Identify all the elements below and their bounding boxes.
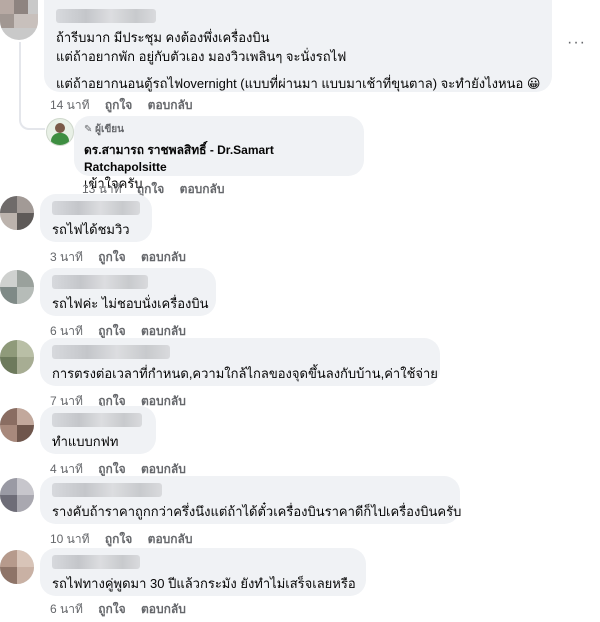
reply-author-name[interactable]: ดร.สามารถ ราชพลสิทธิ์ - Dr.Samart Ratcha… bbox=[84, 141, 354, 174]
like-button[interactable]: ถูกใจ bbox=[98, 602, 125, 616]
like-button[interactable]: ถูกใจ bbox=[98, 250, 125, 264]
comment-text: รถไฟทางคู่พูดมา 30 ปีแล้วกระมัง ยังทำไม่… bbox=[52, 576, 356, 591]
commenter-name-blurred[interactable] bbox=[52, 555, 140, 569]
comment-text: รถไฟได้ชมวิว bbox=[52, 222, 130, 237]
reply-button[interactable]: ตอบกลับ bbox=[148, 532, 193, 546]
comment-time[interactable]: 4 นาที bbox=[50, 462, 83, 476]
comment-bubble: รถไฟได้ชมวิว bbox=[40, 194, 152, 242]
comment-text: ทำแบบกฟท bbox=[52, 434, 119, 449]
reply-button[interactable]: ตอบกลับ bbox=[180, 182, 225, 196]
reply-thread-line bbox=[19, 42, 45, 130]
comment-text: รถไฟค่ะ ไม่ชอบนั่งเครื่องบิน bbox=[52, 296, 209, 311]
commenter-name-blurred[interactable] bbox=[52, 345, 170, 359]
like-button[interactable]: ถูกใจ bbox=[98, 324, 125, 338]
comment-actions: 3 นาที ถูกใจ ตอบกลับ bbox=[50, 248, 198, 267]
commenter-name-blurred[interactable] bbox=[52, 413, 142, 427]
comment-bubble: ทำแบบกฟท bbox=[40, 406, 156, 454]
avatar[interactable] bbox=[0, 550, 34, 584]
like-button[interactable]: ถูกใจ bbox=[98, 462, 125, 476]
avatar[interactable] bbox=[0, 408, 34, 442]
comment-time[interactable]: 14 นาที bbox=[50, 98, 90, 112]
reply-button[interactable]: ตอบกลับ bbox=[141, 602, 186, 616]
comment-actions: 14 นาที ถูกใจ ตอบกลับ bbox=[50, 96, 205, 115]
comment-bubble: ถ้ารีบมาก มีประชุม คงต้องพึ่งเครื่องบิน … bbox=[44, 0, 552, 92]
comment-actions: 6 นาที ถูกใจ ตอบกลับ bbox=[50, 600, 198, 619]
avatar[interactable] bbox=[0, 270, 34, 304]
reply-button[interactable]: ตอบกลับ bbox=[141, 250, 186, 264]
more-options-icon[interactable]: ··· bbox=[567, 35, 586, 51]
reply-button[interactable]: ตอบกลับ bbox=[141, 324, 186, 338]
reply-button[interactable]: ตอบกลับ bbox=[141, 394, 186, 408]
commenter-name-blurred[interactable] bbox=[52, 201, 140, 215]
avatar[interactable] bbox=[0, 340, 34, 374]
comment-time[interactable]: 10 นาที bbox=[50, 532, 90, 546]
avatar[interactable] bbox=[0, 478, 34, 512]
commenter-name-blurred[interactable] bbox=[52, 275, 148, 289]
reply-bubble: ✎ ผู้เขียน ดร.สามารถ ราชพลสิทธิ์ - Dr.Sa… bbox=[74, 116, 364, 191]
commenter-name-blurred[interactable] bbox=[52, 483, 162, 497]
comment-bubble: รถไฟทางคู่พูดมา 30 ปีแล้วกระมัง ยังทำไม่… bbox=[40, 548, 366, 596]
reply-button[interactable]: ตอบกลับ bbox=[141, 462, 186, 476]
comment-text: การตรงต่อเวลาที่กำหนด,ความใกล้ไกลของจุดข… bbox=[52, 366, 438, 381]
author-badge: ✎ ผู้เขียน bbox=[84, 124, 124, 135]
avatar[interactable] bbox=[0, 196, 34, 230]
comment-bubble: รถไฟค่ะ ไม่ชอบนั่งเครื่องบิน bbox=[40, 268, 216, 316]
pencil-icon: ✎ bbox=[84, 124, 93, 135]
comment-time[interactable]: 3 นาที bbox=[50, 250, 83, 264]
comment-bubble: การตรงต่อเวลาที่กำหนด,ความใกล้ไกลของจุดข… bbox=[40, 338, 440, 386]
comment-text: รางคับถ้าราคาถูกกว่าครึ่งนึงแต่ถ้าได้ตั๋… bbox=[52, 504, 462, 519]
comment-text-line: แต่ถ้าอยากนอนตู้รถไฟovernight (แบบที่ผ่า… bbox=[56, 76, 541, 91]
comment-bubble: รางคับถ้าราคาถูกกว่าครึ่งนึงแต่ถ้าได้ตั๋… bbox=[40, 476, 462, 524]
comment-time[interactable]: 6 นาที bbox=[50, 602, 83, 616]
like-button[interactable]: ถูกใจ bbox=[105, 98, 132, 112]
commenter-name-blurred[interactable] bbox=[56, 9, 156, 23]
comment-actions: 10 นาที ถูกใจ ตอบกลับ bbox=[50, 530, 205, 549]
like-button[interactable]: ถูกใจ bbox=[105, 532, 132, 546]
comment-text-line: ถ้ารีบมาก มีประชุม คงต้องพึ่งเครื่องบิน bbox=[56, 30, 270, 45]
avatar[interactable] bbox=[0, 0, 38, 40]
comment-text-line: แต่ถ้าอยากพัก อยู่กับตัวเอง มองวิวเพลินๆ… bbox=[56, 49, 347, 64]
comment-text-line bbox=[56, 66, 540, 74]
author-avatar[interactable] bbox=[46, 118, 74, 146]
reply-button[interactable]: ตอบกลับ bbox=[148, 98, 193, 112]
comment-time[interactable]: 6 นาที bbox=[50, 324, 83, 338]
